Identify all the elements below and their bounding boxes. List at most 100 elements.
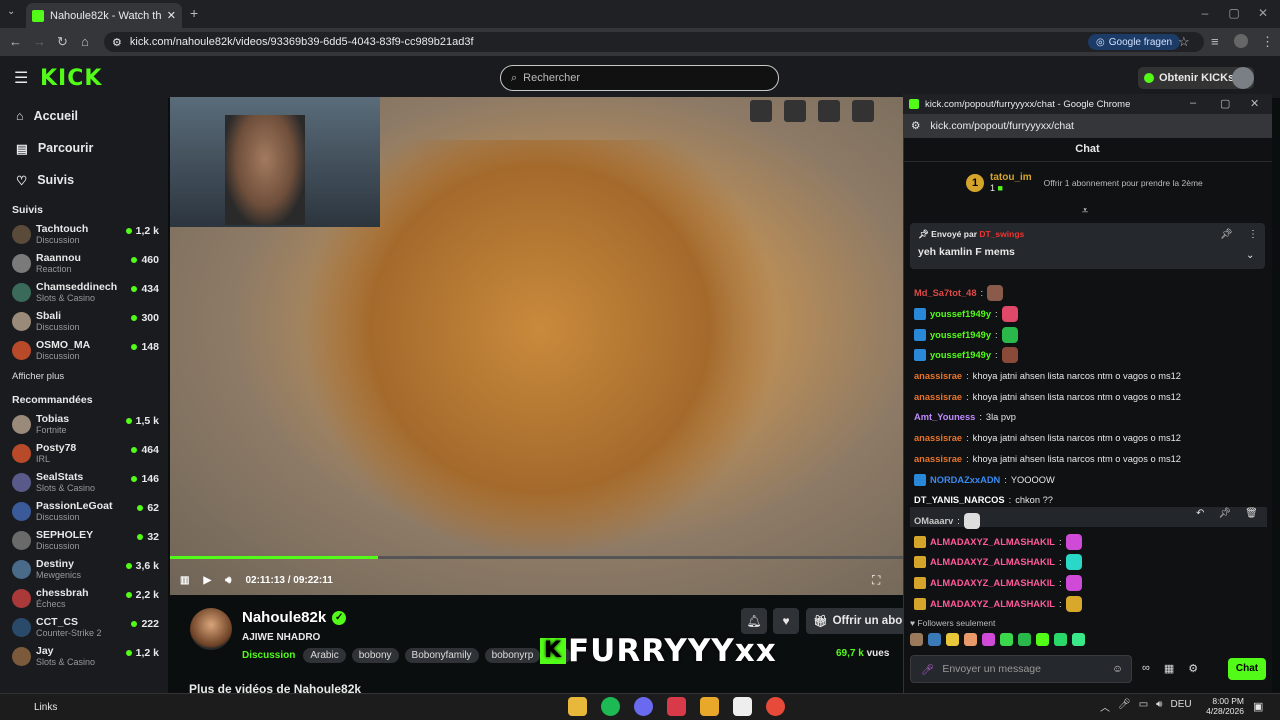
new-tab-icon[interactable]: + bbox=[190, 5, 198, 21]
chat-settings-gear-icon[interactable]: ⚙ bbox=[1188, 662, 1198, 675]
unpin-icon[interactable]: 📌︎ bbox=[1220, 229, 1233, 240]
sidebar-channel[interactable]: SealStats Slots & Casino 146 bbox=[0, 468, 168, 497]
emote-icon[interactable] bbox=[1036, 633, 1049, 646]
chat-message[interactable]: ALMADAXYZ_ALMASHAKIL: bbox=[914, 573, 1259, 594]
notepad-icon[interactable] bbox=[733, 697, 752, 716]
chat-username[interactable]: ALMADAXYZ_ALMASHAKIL bbox=[930, 599, 1055, 609]
adobe-icon[interactable] bbox=[667, 697, 686, 716]
chat-message[interactable]: anassisrae: khoya jatni ahsen lista narco… bbox=[914, 386, 1259, 407]
rewind-icon[interactable]: ▥ bbox=[180, 575, 189, 586]
chat-username[interactable]: anassisrae bbox=[914, 371, 962, 381]
sidebar-channel[interactable]: PassionLeGoat Discussion 62 bbox=[0, 497, 168, 526]
notification-bell-icon[interactable]: 🔔︎ bbox=[741, 608, 767, 634]
chat-username[interactable]: ALMADAXYZ_ALMASHAKIL bbox=[930, 557, 1055, 567]
mic-tray-icon[interactable]: 🎤︎ bbox=[1118, 699, 1131, 714]
emote-icon[interactable] bbox=[1072, 633, 1085, 646]
chat-username[interactable]: ALMADAXYZ_ALMASHAKIL bbox=[930, 578, 1055, 588]
emote-icon[interactable] bbox=[928, 633, 941, 646]
chat-url-bar[interactable]: ⚙ kick.com/popout/furryyyxx/chat bbox=[903, 114, 1272, 138]
url-field[interactable]: ⚙ kick.com/nahoule82k/videos/93369b39-6d… bbox=[104, 32, 1204, 52]
chat-message[interactable]: ALMADAXYZ_ALMASHAKIL: bbox=[914, 552, 1259, 573]
emote-icon[interactable] bbox=[982, 633, 995, 646]
play-icon[interactable]: ▶ bbox=[203, 575, 211, 586]
hamburger-icon[interactable]: ☰ bbox=[14, 68, 28, 88]
sidebar-item-following[interactable]: ♡ Suivis bbox=[0, 164, 168, 196]
store-icon[interactable]: ▦ bbox=[1164, 662, 1174, 675]
reading-list-icon[interactable]: ≡ bbox=[1211, 34, 1219, 49]
chat-message[interactable]: youssef1949y: bbox=[914, 345, 1259, 366]
sidebar-channel[interactable]: Jay Slots & Casino 1,2 k bbox=[0, 642, 168, 671]
file-explorer-icon[interactable] bbox=[568, 697, 587, 716]
kick-logo[interactable]: KICK bbox=[40, 66, 102, 91]
channel-name[interactable]: Nahoule82k ✓ bbox=[242, 609, 347, 626]
category-link[interactable]: Discussion bbox=[242, 650, 295, 661]
chat-username[interactable]: Md_Sa7tot_48 bbox=[914, 288, 977, 298]
video-progress-bar[interactable] bbox=[170, 556, 905, 559]
sidebar-channel[interactable]: Posty78 IRL 464 bbox=[0, 439, 168, 468]
sidebar-channel[interactable]: Tachtouch Discussion 1,2 k bbox=[0, 220, 168, 249]
emote-icon[interactable] bbox=[1018, 633, 1031, 646]
sidebar-channel[interactable]: Chamseddinech Slots & Casino 434 bbox=[0, 278, 168, 307]
chat-username[interactable]: NORDAZxxADN bbox=[930, 475, 1000, 485]
taskbar-links[interactable]: Links bbox=[34, 702, 57, 713]
volume-icon[interactable]: 🔊︎ bbox=[225, 575, 231, 586]
channel-avatar[interactable] bbox=[190, 608, 232, 650]
sidebar-channel[interactable]: OSMO_MA Discussion 148 bbox=[0, 336, 168, 365]
microphone-icon[interactable]: 🎤︎ bbox=[921, 663, 934, 676]
chat-message[interactable]: anassisrae: khoya jatni ahsen lista narco… bbox=[914, 428, 1259, 449]
leader-offer[interactable]: Offrir 1 abonnement pour prendre la 2ème bbox=[1044, 178, 1203, 188]
sidebar-channel[interactable]: Sbali Discussion 300 bbox=[0, 307, 168, 336]
kicks-icon[interactable]: ∞ bbox=[1142, 662, 1150, 675]
tab-search-icon[interactable]: ⌄ bbox=[7, 6, 15, 17]
taskbar-clock[interactable]: 8:00 PM 4/28/2026 bbox=[1204, 696, 1244, 716]
spotify-icon[interactable] bbox=[601, 697, 620, 716]
chat-message[interactable]: anassisrae: khoya jatni ahsen lista narco… bbox=[914, 366, 1259, 387]
chat-message[interactable]: NORDAZxxADN: YOOOOW bbox=[914, 469, 1259, 490]
gift-sub-button[interactable]: 🎁︎ Offrir un abonn bbox=[806, 608, 906, 634]
chat-message[interactable]: Amt_Youness:3la pvp bbox=[914, 407, 1259, 428]
tray-chevron-icon[interactable]: ︿ bbox=[1100, 699, 1110, 714]
emoji-icon[interactable]: ☺ bbox=[1112, 663, 1123, 675]
sidebar-channel[interactable]: Raannou Reaction 460 bbox=[0, 249, 168, 278]
pinned-menu-icon[interactable]: ⋮ bbox=[1248, 229, 1258, 240]
close-window-icon[interactable]: ✕ bbox=[1253, 6, 1273, 20]
back-icon[interactable]: ← bbox=[9, 34, 22, 49]
site-info-icon[interactable]: ⚙ bbox=[112, 36, 122, 49]
forward-icon[interactable]: → bbox=[33, 34, 46, 49]
maximize-icon[interactable]: ▢ bbox=[1224, 6, 1244, 20]
chat-message[interactable]: ALMADAXYZ_ALMASHAKIL: bbox=[914, 531, 1259, 552]
collapse-icon[interactable]: ⩡ bbox=[1082, 205, 1088, 218]
tab-close-icon[interactable]: ✕ bbox=[167, 9, 176, 22]
chat-username[interactable]: youssef1949y bbox=[930, 330, 991, 340]
emote-icon[interactable] bbox=[946, 633, 959, 646]
network-icon[interactable]: ▭ bbox=[1139, 699, 1148, 714]
sidebar-item-home[interactable]: ⌂ Accueil bbox=[0, 100, 168, 132]
tag-chip[interactable]: Arabic bbox=[303, 648, 346, 663]
bookmark-star-icon[interactable]: ☆ bbox=[1178, 34, 1190, 50]
menu-dots-icon[interactable]: ⋮ bbox=[1261, 34, 1274, 50]
user-avatar[interactable] bbox=[1232, 67, 1254, 89]
chat-username[interactable]: DT_YANIS_NARCOS bbox=[914, 495, 1005, 505]
tag-chip[interactable]: Bobonyfamily bbox=[404, 648, 479, 663]
minimize-icon[interactable]: – bbox=[1195, 6, 1215, 20]
chat-message[interactable]: ALMADAXYZ_ALMASHAKIL: bbox=[914, 593, 1259, 614]
show-more-link[interactable]: Afficher plus bbox=[0, 365, 168, 390]
chat-message[interactable]: Md_Sa7tot_48: bbox=[914, 283, 1259, 304]
chat-username[interactable]: Amt_Youness bbox=[914, 412, 975, 422]
chat-minimize-icon[interactable]: – bbox=[1190, 97, 1196, 109]
chat-send-button[interactable]: Chat bbox=[1228, 658, 1266, 680]
obs-icon[interactable] bbox=[634, 697, 653, 716]
game-launcher-icon[interactable] bbox=[700, 697, 719, 716]
delete-icon[interactable]: 🗑︎ bbox=[1245, 508, 1258, 519]
leader-name[interactable]: tatou_im bbox=[990, 172, 1032, 183]
chat-username[interactable]: OMaaarv bbox=[914, 516, 953, 526]
reload-icon[interactable]: ↻ bbox=[57, 34, 68, 50]
notification-icon[interactable]: ▣ bbox=[1253, 700, 1263, 713]
emote-icon[interactable] bbox=[1054, 633, 1067, 646]
chat-username[interactable]: anassisrae bbox=[914, 433, 962, 443]
chat-username[interactable]: youssef1949y bbox=[930, 309, 991, 319]
emote-icon[interactable] bbox=[910, 633, 923, 646]
tag-chip[interactable]: bobony bbox=[351, 648, 399, 663]
chat-message[interactable]: youssef1949y: bbox=[914, 324, 1259, 345]
sidebar-channel[interactable]: SEPHOLEY Discussion 32 bbox=[0, 526, 168, 555]
